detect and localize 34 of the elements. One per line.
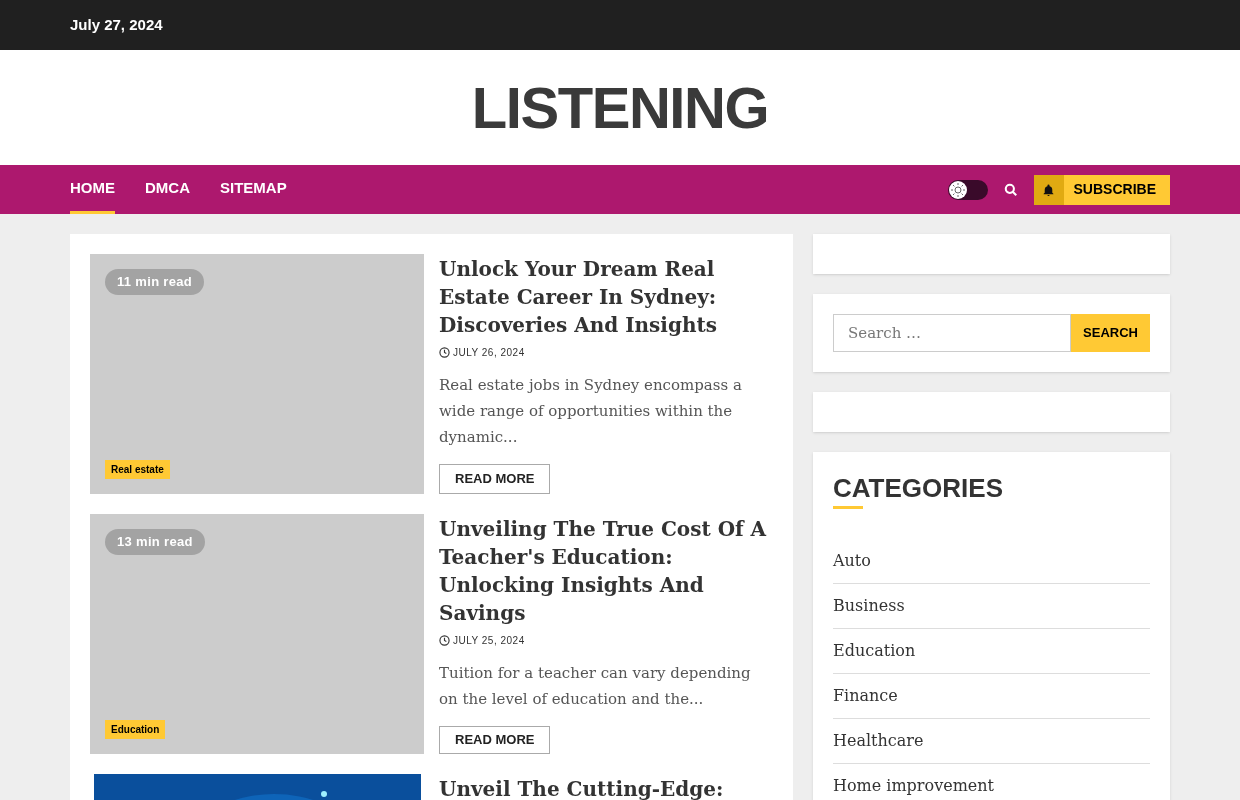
clock-icon bbox=[439, 347, 450, 358]
nav-link[interactable]: HOME bbox=[70, 165, 115, 214]
category-link[interactable]: Business bbox=[833, 596, 905, 615]
bell-icon bbox=[1042, 182, 1056, 197]
article-title[interactable]: Unlock Your Dream Real Estate Career In Sydney: Discoveries And Insights bbox=[439, 255, 773, 339]
article-title[interactable]: Unveil The Cutting-Edge: bbox=[439, 775, 724, 800]
read-time-badge: 13 min read bbox=[105, 529, 205, 555]
current-date: July 27, 2024 bbox=[70, 14, 163, 35]
category-link[interactable]: Home improvement bbox=[833, 776, 994, 795]
search-button[interactable]: SEARCH bbox=[1071, 314, 1150, 352]
subscribe-button[interactable]: SUBSCRIBE bbox=[1033, 174, 1170, 205]
article-date: JULY 26, 2024 bbox=[453, 346, 525, 360]
category-link[interactable]: Finance bbox=[833, 686, 898, 705]
category-link[interactable]: Auto bbox=[833, 551, 871, 570]
sun-icon bbox=[948, 180, 967, 199]
search-field[interactable]: Search … bbox=[833, 314, 1072, 352]
search-icon[interactable] bbox=[1003, 182, 1018, 197]
category-tag[interactable]: Education bbox=[105, 720, 166, 739]
category-link[interactable]: Healthcare bbox=[833, 731, 924, 750]
article-date: JULY 25, 2024 bbox=[453, 634, 525, 648]
read-time-badge: 11 min read bbox=[105, 269, 205, 295]
widget-heading: CATEGORIES bbox=[833, 472, 1004, 504]
article-excerpt: Tuition for a teacher can vary depending on the level of education and the... bbox=[439, 663, 752, 710]
read-more-button[interactable]: READ MORE bbox=[439, 726, 551, 754]
clock-icon bbox=[439, 635, 450, 646]
category-tag[interactable]: Real estate bbox=[105, 460, 170, 479]
article-title[interactable]: Unveiling The True Cost Of A Teacher's Education: Unlocking Insights And Savings bbox=[439, 515, 773, 627]
category-link[interactable]: Education bbox=[833, 641, 916, 660]
read-more-button[interactable]: READ MORE bbox=[439, 464, 551, 494]
theme-toggle[interactable] bbox=[947, 179, 988, 200]
site-title[interactable]: LISTENING bbox=[471, 64, 769, 151]
article-excerpt: Real estate jobs in Sydney encompass a wide range of opportunities within the dynamic... bbox=[439, 375, 743, 448]
nav-link[interactable]: SITEMAP bbox=[220, 165, 287, 214]
nav-link[interactable]: DMCA bbox=[145, 165, 190, 214]
